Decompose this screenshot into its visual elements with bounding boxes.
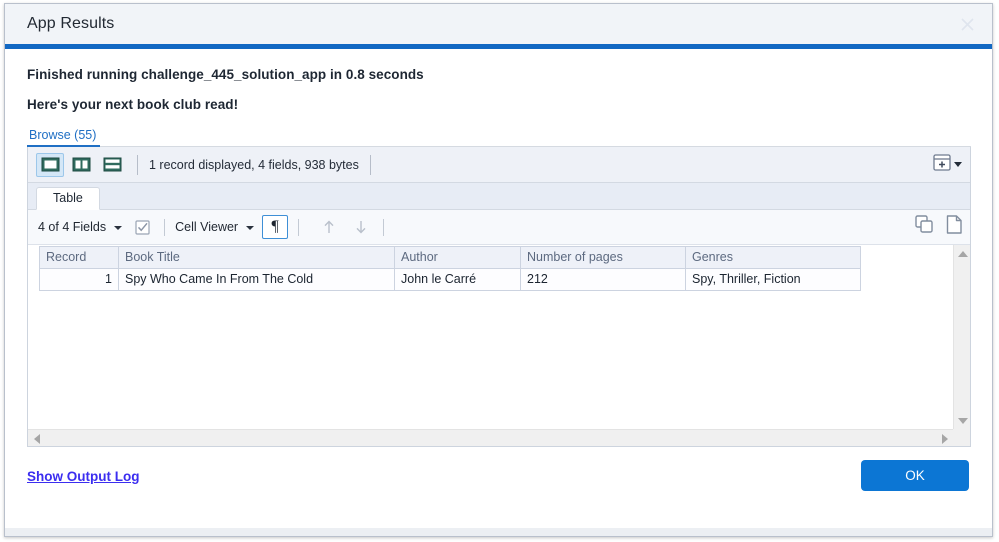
column-header-genres[interactable]: Genres <box>685 246 861 269</box>
copy-field-icon[interactable] <box>945 214 964 240</box>
form-view-icon[interactable] <box>36 152 64 177</box>
tab-table[interactable]: Table <box>36 187 100 210</box>
footer-strip <box>5 528 992 536</box>
fields-count-label[interactable]: 4 of 4 Fields <box>38 220 106 234</box>
table-header-row: Record Book Title Author Number of pages… <box>39 246 861 269</box>
record-status-text: 1 record displayed, 4 fields, 938 bytes <box>149 157 359 172</box>
pilcrow-glyph: ¶ <box>271 218 279 235</box>
filemaker-fields-toolbar: 4 of 4 Fields Cell Viewer ¶ <box>28 210 970 245</box>
filemaker-status-toolbar: 1 record displayed, 4 fields, 938 bytes <box>28 147 970 183</box>
cell-book-title[interactable]: Spy Who Came In From The Cold <box>118 268 395 291</box>
column-header-book-title[interactable]: Book Title <box>118 246 395 269</box>
cell-record[interactable]: 1 <box>39 268 119 291</box>
dialog-titlebar: App Results <box>5 4 992 44</box>
copy-records-icon[interactable] <box>914 214 935 240</box>
app-results-dialog: App Results Finished running challenge_4… <box>4 3 993 537</box>
checkbox-checked-icon[interactable] <box>130 216 154 238</box>
browse-tabstrip: Browse (55) <box>27 125 971 147</box>
status-message-custom: Here's your next book club read! <box>27 97 239 112</box>
toolbar-separator-4 <box>298 218 300 236</box>
table-row[interactable]: 1 Spy Who Came In From The Cold John le … <box>39 268 861 291</box>
toolbar-separator-2 <box>369 154 371 175</box>
scroll-left-icon[interactable] <box>28 430 45 446</box>
cell-viewer-label[interactable]: Cell Viewer <box>175 220 238 234</box>
toolbar-separator-5 <box>383 218 385 236</box>
tab-browse[interactable]: Browse (55) <box>27 128 101 147</box>
fields-toolbar-right-group <box>914 210 964 244</box>
new-record-icon[interactable] <box>933 153 951 176</box>
status-message-finished: Finished running challenge_445_solution_… <box>27 67 424 82</box>
scroll-up-icon[interactable] <box>954 245 970 262</box>
vertical-scrollbar[interactable] <box>953 245 970 429</box>
filemaker-table-tabrow: Table <box>28 183 970 210</box>
column-header-author[interactable]: Author <box>394 246 521 269</box>
close-icon[interactable] <box>950 10 984 38</box>
table-view-icon[interactable] <box>98 153 126 177</box>
cell-genres[interactable]: Spy, Thriller, Fiction <box>685 268 861 291</box>
toolbar-separator <box>137 154 138 175</box>
record-grid: Record Book Title Author Number of pages… <box>28 245 953 429</box>
ok-button[interactable]: OK <box>861 460 969 491</box>
new-record-group <box>933 147 962 182</box>
column-header-number-of-pages[interactable]: Number of pages <box>520 246 686 269</box>
scroll-down-icon[interactable] <box>954 412 970 429</box>
records-table: Record Book Title Author Number of pages… <box>39 246 861 291</box>
cell-number-of-pages[interactable]: 212 <box>520 268 686 291</box>
cell-author[interactable]: John le Carré <box>394 268 521 291</box>
chevron-down-icon[interactable] <box>114 226 123 230</box>
column-header-record[interactable]: Record <box>39 246 119 269</box>
chevron-down-icon-2[interactable] <box>246 226 255 230</box>
scrollbar-corner <box>953 429 970 446</box>
dialog-footer: Show Output Log OK <box>5 447 992 536</box>
arrow-up-icon[interactable] <box>317 216 341 238</box>
filemaker-panel: 1 record displayed, 4 fields, 938 bytes … <box>27 147 971 447</box>
horizontal-scrollbar[interactable] <box>28 429 953 446</box>
scroll-right-icon[interactable] <box>936 430 953 446</box>
record-grid-area: Record Book Title Author Number of pages… <box>28 245 970 446</box>
message-area: Finished running challenge_445_solution_… <box>5 49 992 125</box>
list-view-icon[interactable] <box>67 153 95 177</box>
show-output-log-link[interactable]: Show Output Log <box>27 469 139 484</box>
arrow-down-icon[interactable] <box>349 216 373 238</box>
chevron-down-icon[interactable] <box>954 162 962 167</box>
dialog-title: App Results <box>27 15 115 32</box>
show-formatting-marks-icon[interactable]: ¶ <box>262 215 289 239</box>
view-mode-group <box>36 152 126 177</box>
toolbar-separator-3 <box>164 218 166 236</box>
